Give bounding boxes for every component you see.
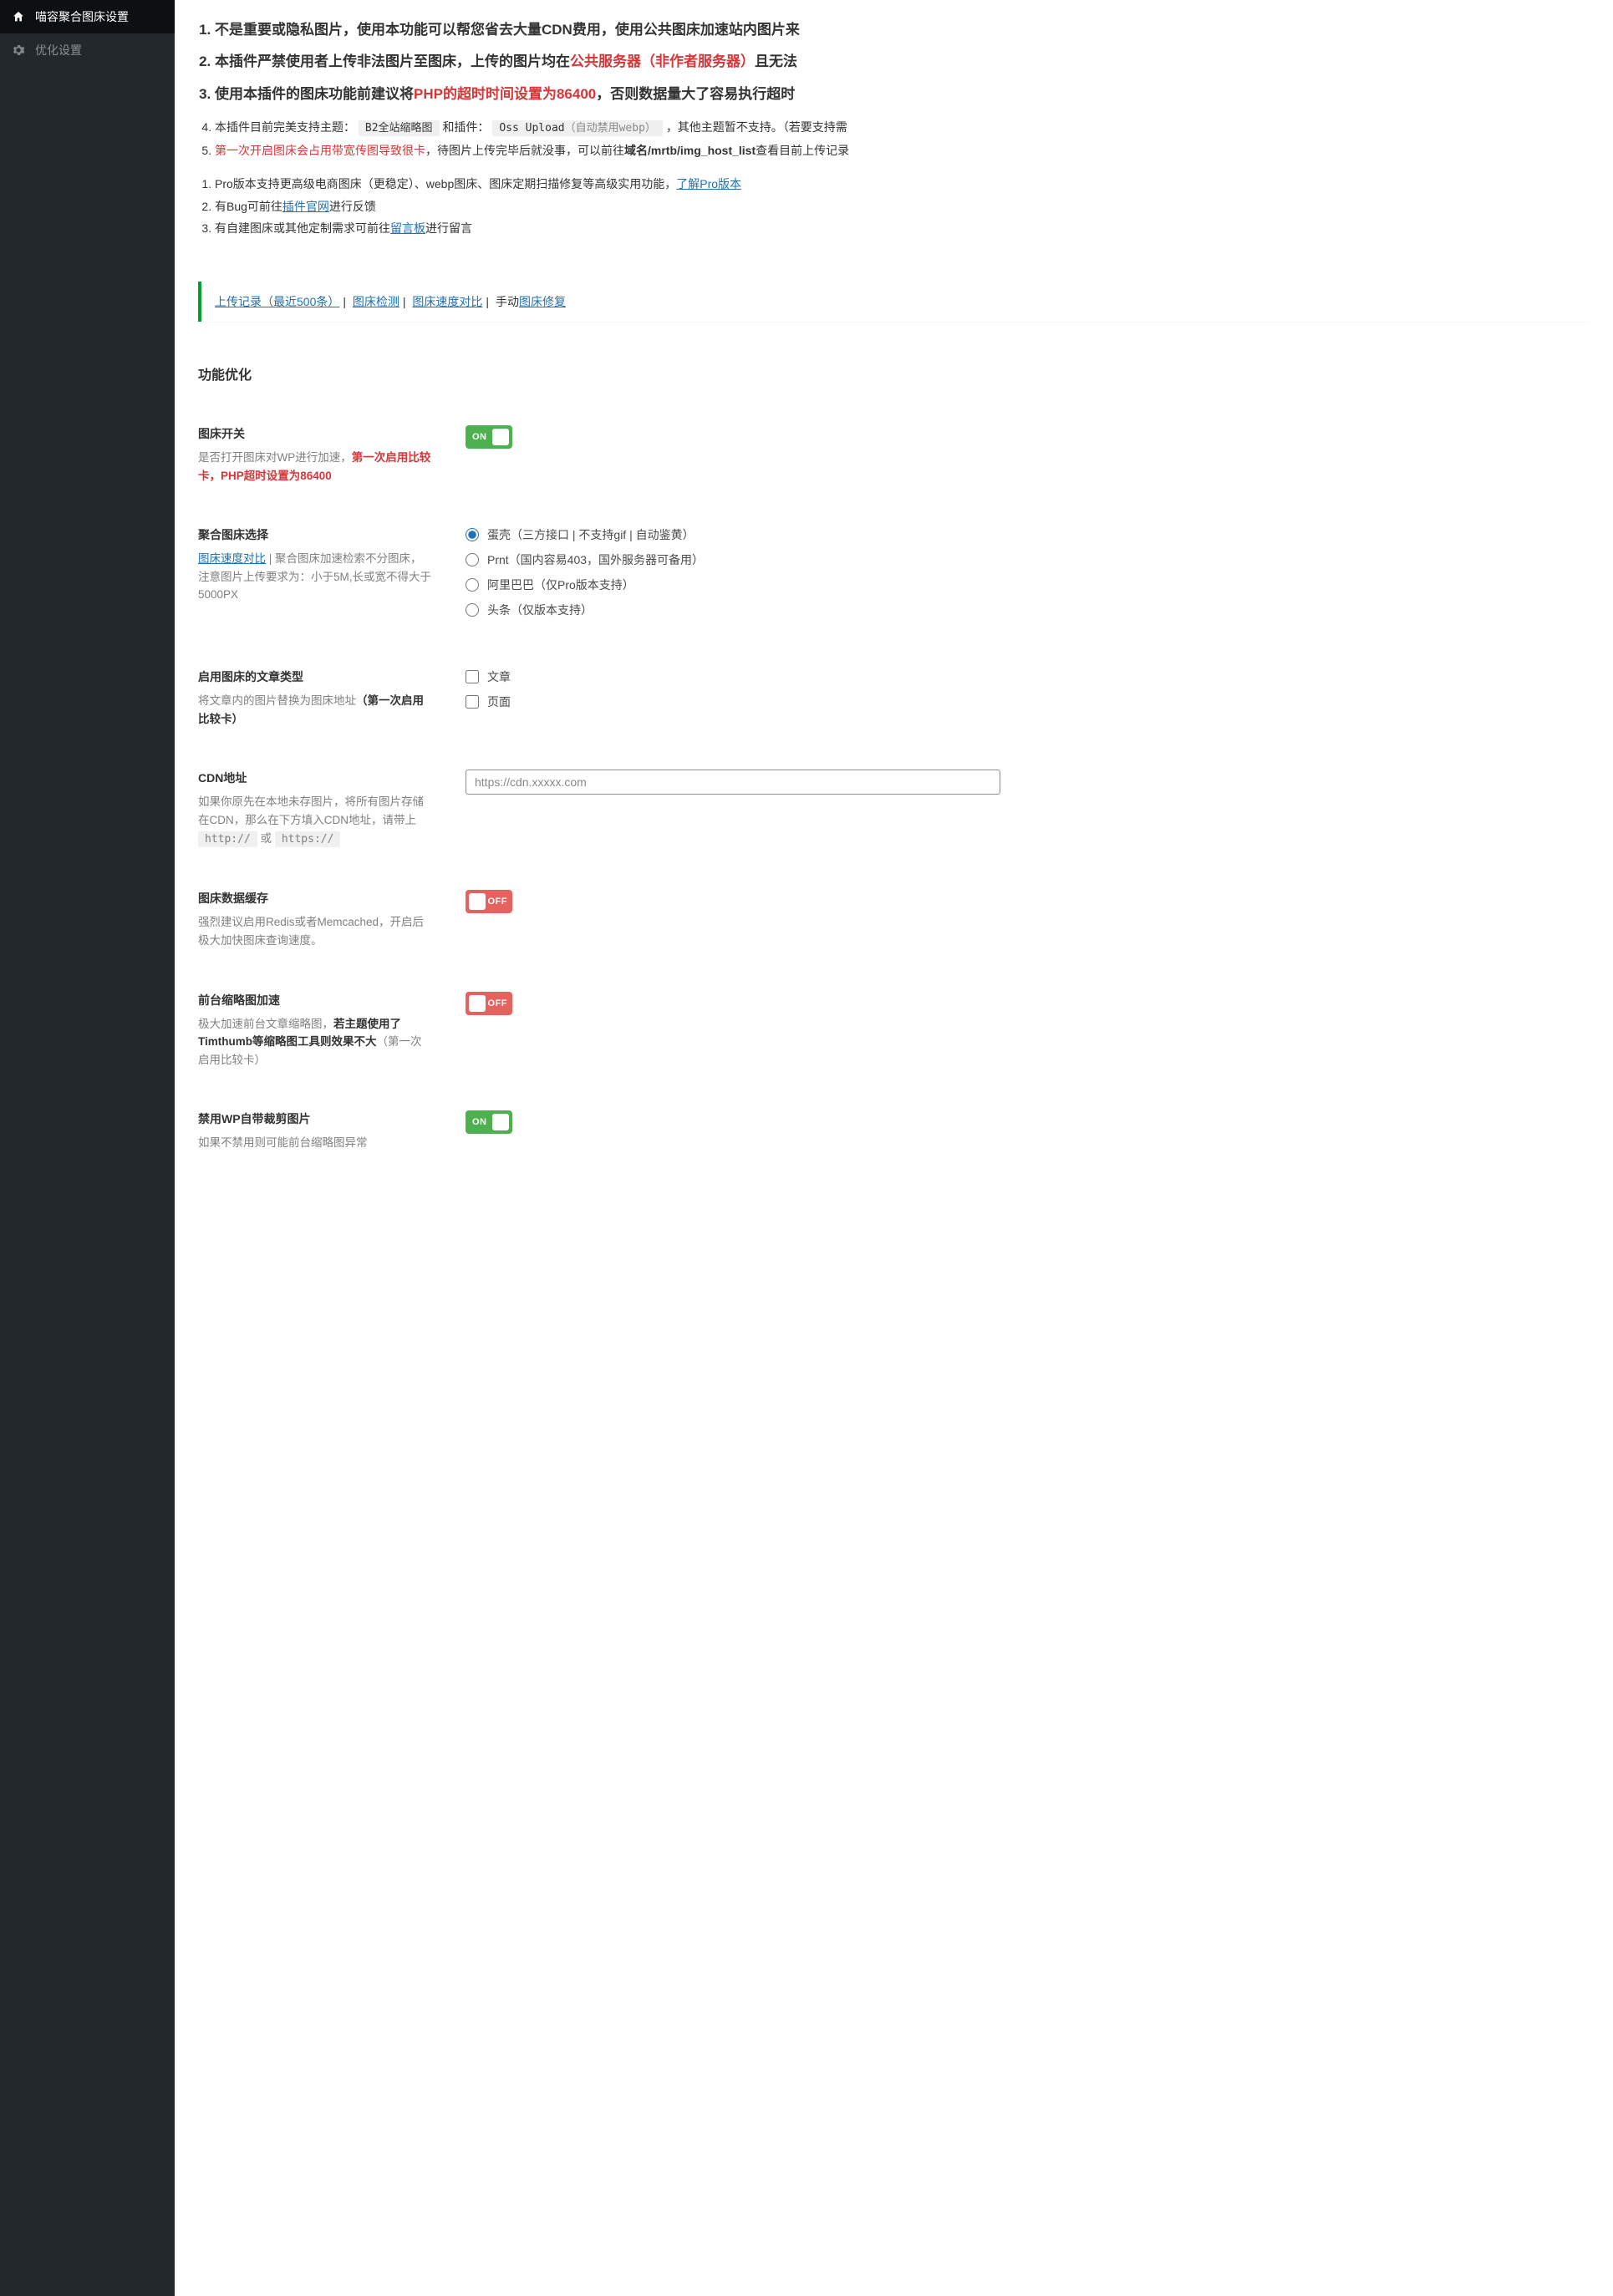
more-1: Pro版本支持更高级电商图床（更稳定）、webp图床、图床定期扫描修复等高级实用… [215,173,1590,196]
toggle-switch[interactable]: ON [466,425,512,449]
desc-posttype: 将文章内的图片替换为图床地址（第一次启用比较卡） [198,692,432,728]
link-speed[interactable]: 图床速度对比 [412,295,482,308]
radio-opt-3[interactable]: 头条（仅版本支持） [466,602,1590,618]
label-thumb: 前台缩略图加速 [198,992,432,1008]
field-cache: 图床数据缓存 强烈建议启用Redis或者Memcached，开启后极大加快图床查… [175,848,1613,949]
desc-thumb: 极大加速前台文章缩略图，若主题使用了Timthumb等缩略图工具则效果不大（第一… [198,1015,432,1069]
field-posttype: 启用图床的文章类型 将文章内的图片替换为图床地址（第一次启用比较卡） 文章 页面 [175,627,1613,728]
sidebar: 喵容聚合图床设置 优化设置 [0,0,175,2296]
radio-opt-2[interactable]: 阿里巴巴（仅Pro版本支持） [466,577,1590,593]
more-2: 有Bug可前往插件官网进行反馈 [215,196,1590,218]
radio-input-2[interactable] [466,578,479,592]
intro-block: 不是重要或隐私图片，使用本功能可以帮您省去大量CDN费用，使用公共图床加速站内图… [175,0,1613,240]
more-3: 有自建图床或其他定制需求可前往留言板进行留言 [215,217,1590,240]
label-cdn: CDN地址 [198,770,432,786]
sidebar-label-main: 喵容聚合图床设置 [35,8,129,25]
intro-big-3: 使用本插件的图床功能前建议将PHP的超时时间设置为86400，否则数据量大了容易… [215,81,1590,108]
link-official[interactable]: 插件官网 [282,200,329,213]
code-theme: B2全站缩略图 [359,120,440,136]
sidebar-item-main[interactable]: 喵容聚合图床设置 [0,0,175,33]
radio-input-1[interactable] [466,553,479,566]
sidebar-label-sub: 优化设置 [35,42,82,58]
field-cdn: CDN地址 如果你原先在本地未存图片，将所有图片存储在CDN，那么在下方填入CD… [175,728,1613,848]
intro-big-2: 本插件严禁使用者上传非法图片至图床，上传的图片均在公共服务器（非作者服务器）且无… [215,48,1590,75]
notice-bar: 上传记录（最近500条）| 图床检测| 图床速度对比| 手动图床修复 [198,282,1590,322]
radio-input-0[interactable] [466,528,479,541]
label-select: 聚合图床选择 [198,526,432,543]
radio-opt-0[interactable]: 蛋壳（三方接口 | 不支持gif | 自动鉴黄） [466,526,1590,543]
desc-cache: 强烈建议启用Redis或者Memcached，开启后极大加快图床查询速度。 [198,913,432,949]
toggle-crop[interactable]: ON [466,1110,512,1134]
radio-input-3[interactable] [466,603,479,617]
desc-select: 图床速度对比 | 聚合图床加速检索不分图床，注意图片上传要求为：小于5M,长或宽… [198,550,432,604]
label-posttype: 启用图床的文章类型 [198,668,432,685]
desc-switch: 是否打开图床对WP进行加速，第一次启用比较卡，PHP超时设置为86400 [198,449,432,485]
code-plugin: Oss Upload（自动禁用webp） [492,120,663,136]
link-upload-log[interactable]: 上传记录（最近500条） [215,295,339,308]
intro-big-1: 不是重要或隐私图片，使用本功能可以帮您省去大量CDN费用，使用公共图床加速站内图… [215,17,1590,43]
link-pro[interactable]: 了解Pro版本 [676,177,741,190]
main-content: 不是重要或隐私图片，使用本功能可以帮您省去大量CDN费用，使用公共图床加速站内图… [175,0,1613,2296]
label-crop: 禁用WP自带裁剪图片 [198,1110,432,1127]
desc-crop: 如果不禁用则可能前台缩略图异常 [198,1134,432,1152]
section-title: 功能优化 [175,322,1613,384]
sidebar-item-optimize[interactable]: 优化设置 [0,33,175,67]
label-cache: 图床数据缓存 [198,890,432,907]
chk-input-post[interactable] [466,670,479,683]
chk-post[interactable]: 文章 [466,668,1590,685]
gear-icon [12,43,28,57]
input-cdn[interactable] [466,770,1000,795]
link-check[interactable]: 图床检测 [353,295,399,308]
field-switch: 图床开关 是否打开图床对WP进行加速，第一次启用比较卡，PHP超时设置为8640… [175,384,1613,485]
chk-input-page[interactable] [466,695,479,709]
toggle-cache[interactable]: OFF [466,890,512,913]
link-board[interactable]: 留言板 [390,221,425,235]
chk-page[interactable]: 页面 [466,693,1590,710]
intro-small-4: 本插件目前完美支持主题： B2全站缩略图 和插件： Oss Upload（自动禁… [215,116,1590,140]
radio-opt-1[interactable]: Prnt（国内容易403，国外服务器可备用） [466,551,1590,568]
intro-small-5: 第一次开启图床会占用带宽传图导致很卡，待图片上传完毕后就没事，可以前往域名/mr… [215,140,1590,162]
field-select: 聚合图床选择 图床速度对比 | 聚合图床加速检索不分图床，注意图片上传要求为：小… [175,485,1613,627]
field-thumb: 前台缩略图加速 极大加速前台文章缩略图，若主题使用了Timthumb等缩略图工具… [175,950,1613,1069]
link-fix[interactable]: 图床修复 [519,295,566,308]
home-icon [12,10,28,23]
link-speed-compare[interactable]: 图床速度对比 [198,552,266,565]
desc-cdn: 如果你原先在本地未存图片，将所有图片存储在CDN，那么在下方填入CDN地址，请带… [198,793,432,848]
label-switch: 图床开关 [198,425,432,442]
toggle-thumb[interactable]: OFF [466,992,512,1015]
field-crop: 禁用WP自带裁剪图片 如果不禁用则可能前台缩略图异常 ON [175,1069,1613,1152]
